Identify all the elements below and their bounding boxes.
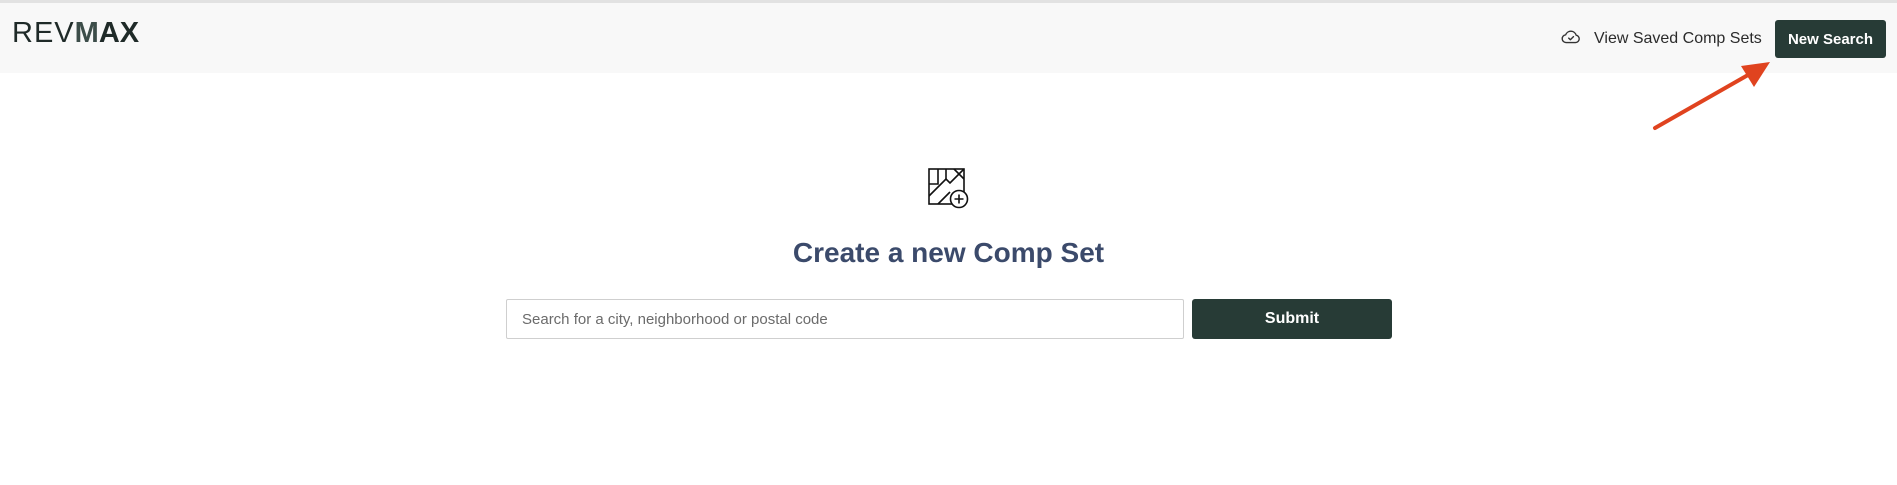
submit-button[interactable]: Submit bbox=[1192, 299, 1392, 339]
location-search-input[interactable] bbox=[506, 299, 1184, 339]
view-saved-comp-sets-label: View Saved Comp Sets bbox=[1594, 30, 1762, 47]
cloud-check-icon bbox=[1560, 26, 1582, 53]
logo-text-rev: REV bbox=[12, 17, 75, 49]
map-add-icon bbox=[926, 166, 970, 210]
page-title: Create a new Comp Set bbox=[792, 237, 1105, 268]
new-search-button[interactable]: New Search bbox=[1775, 20, 1886, 58]
revmax-logo[interactable]: REV MAX bbox=[12, 17, 139, 49]
app-header: REV MAX View Saved Comp Sets New Search bbox=[0, 3, 1897, 73]
logo-text-max: MAX bbox=[74, 17, 140, 49]
view-saved-comp-sets-link[interactable]: View Saved Comp Sets bbox=[1560, 27, 1762, 51]
